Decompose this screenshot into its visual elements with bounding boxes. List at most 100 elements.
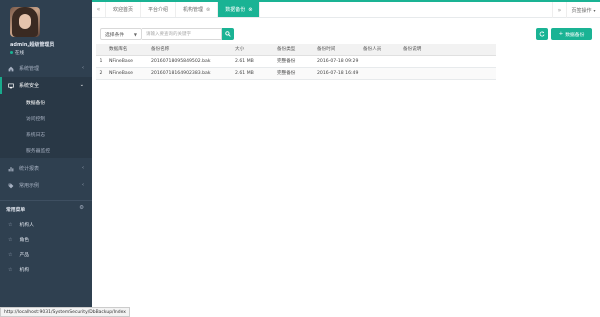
subnav-item-label: 服务器监控	[26, 148, 50, 154]
profile-status: 在线	[10, 50, 92, 56]
settings-icon[interactable]: ⚙	[79, 205, 84, 211]
refresh-icon	[539, 31, 545, 37]
sidebar-item-reports[interactable]: 统计报表 ‹	[0, 160, 92, 177]
tab-label: 欢迎首页	[113, 7, 134, 13]
sidebar-item-system-security[interactable]: 系统安全 ⌄	[0, 77, 92, 94]
quick-item-label: 角色	[19, 238, 30, 243]
sidebar-item-label: 系统管理	[19, 66, 40, 72]
quick-item-label: 机构	[19, 268, 30, 273]
search-icon	[225, 31, 231, 37]
chevron-left-icon: ‹	[82, 165, 84, 171]
sidebar-item-examples[interactable]: 常用示例 ‹	[0, 177, 92, 194]
tab-platform-intro[interactable]: 平台介绍	[141, 2, 177, 17]
table-cell: 2.61 MB	[232, 67, 274, 80]
quick-item-product[interactable]: ☆ 产品	[0, 247, 92, 262]
table-cell: NFineBase	[106, 55, 148, 68]
backup-table: 数据库名 备份名称 大小 备份类型 备份时间 备份人员 备份说明 1 NFine…	[96, 44, 496, 80]
column-header[interactable]: 备份名称	[148, 44, 232, 56]
main-content: 选择条件 ▼ +数据备份 数据库名 备份名称 大小 备份类型 备份时间 备份人员…	[92, 18, 600, 317]
double-chevron-right-icon: »	[557, 6, 562, 14]
tag-icon	[8, 183, 14, 188]
plus-icon: +	[558, 31, 564, 37]
subnav-item-server-monitor[interactable]: 服务器监控	[0, 142, 92, 158]
subnav-item-label: 系统日志	[26, 132, 46, 138]
column-header[interactable]: 数据库名	[106, 44, 148, 56]
online-dot-icon	[10, 51, 13, 54]
subnav-item-label: 数据备份	[26, 100, 46, 106]
home-icon	[8, 66, 14, 71]
quick-menu-title-label: 常用菜单	[6, 207, 26, 213]
subnav-item-label: 访问控制	[26, 116, 46, 122]
table-cell: 2	[96, 67, 106, 80]
table-cell: 20160718095849502.bak	[148, 55, 232, 68]
quick-menu-title: 常用菜单 ⚙	[0, 201, 92, 217]
quick-item-role[interactable]: ☆ 角色	[0, 232, 92, 247]
chevron-left-icon: ‹	[82, 65, 84, 71]
table-cell: 完整备份	[274, 55, 314, 68]
table-row[interactable]: 2 NFineBase 20160718164902383.bak 2.61 M…	[96, 67, 496, 80]
tab-operations-dropdown[interactable]: 页签操作 ▾	[566, 2, 600, 18]
table-header-row: 数据库名 备份名称 大小 备份类型 备份时间 备份人员 备份说明	[96, 44, 496, 56]
column-header[interactable]: 备份类型	[274, 44, 314, 56]
close-icon[interactable]: ⊗	[206, 7, 210, 13]
sidebar-item-label: 常用示例	[19, 183, 40, 189]
status-url: http://localhost:9031/SystemSecurity/DbB…	[4, 309, 126, 315]
profile-name[interactable]: admin,超级管理员	[10, 41, 92, 48]
subnav-item-data-backup[interactable]: 数据备份	[0, 94, 92, 110]
table-row[interactable]: 1 NFineBase 20160718095849502.bak 2.61 M…	[96, 55, 496, 68]
search-input[interactable]	[142, 28, 222, 40]
browser-status-bar: http://localhost:9031/SystemSecurity/DbB…	[0, 307, 130, 317]
chevron-down-icon: ⌄	[79, 82, 84, 88]
tab-bar-right: » 页签操作 ▾	[552, 2, 600, 18]
star-icon: ☆	[8, 266, 13, 273]
column-header[interactable]: 备份人员	[360, 44, 400, 56]
tab-org-management[interactable]: 机构管理 ⊗	[176, 2, 219, 17]
star-icon: ☆	[8, 236, 13, 243]
refresh-button[interactable]	[536, 28, 548, 40]
condition-select[interactable]: 选择条件 ▼	[100, 28, 142, 40]
double-chevron-left-icon: «	[96, 6, 101, 13]
tab-scroll-right-button[interactable]: »	[552, 2, 566, 18]
column-header[interactable]: 备份说明	[400, 44, 496, 56]
caret-down-icon: ▼	[133, 32, 137, 37]
table-cell	[360, 67, 400, 80]
tab-scroll-left-button[interactable]: «	[92, 2, 106, 17]
subnav-item-system-log[interactable]: 系统日志	[0, 126, 92, 142]
quick-item-label: 机构人	[19, 223, 34, 228]
tabs: 欢迎首页 平台介绍 机构管理 ⊗ 数据备份 ⊗	[106, 2, 261, 17]
sidebar-item-system-management[interactable]: 系统管理 ‹	[0, 60, 92, 77]
search-bar: 选择条件 ▼	[100, 28, 234, 40]
quick-item-organization[interactable]: ☆ 机构	[0, 262, 92, 277]
sidebar-item-label: 统计报表	[19, 166, 40, 172]
column-header[interactable]: 备份时间	[314, 44, 360, 56]
table-cell: 2016-07-18 09:29	[314, 55, 360, 68]
table-cell: 20160718164902383.bak	[148, 67, 232, 80]
condition-select-value: 选择条件	[105, 32, 125, 38]
table-cell: 2.61 MB	[232, 55, 274, 68]
bar-chart-icon	[8, 166, 14, 171]
sidebar-subnav: 数据备份 访问控制 系统日志 服务器监控	[0, 94, 92, 158]
close-icon[interactable]: ⊗	[248, 7, 252, 13]
sidebar: admin,超级管理员 在线 系统管理 ‹ 系统安全 ⌄ 数据备份 访问控制 系…	[0, 0, 92, 317]
column-header[interactable]: 大小	[232, 44, 274, 56]
table-cell: 2016-07-18 16:49	[314, 67, 360, 80]
data-backup-button-label: 数据备份	[565, 32, 585, 38]
tab-data-backup[interactable]: 数据备份 ⊗	[218, 2, 261, 17]
monitor-icon	[8, 83, 14, 88]
data-backup-button[interactable]: + 数据备份	[551, 28, 592, 40]
profile-status-label: 在线	[15, 51, 24, 56]
tab-label: 数据备份	[225, 7, 246, 13]
avatar[interactable]	[10, 7, 40, 37]
subnav-item-access-control[interactable]: 访问控制	[0, 110, 92, 126]
star-icon: ☆	[8, 221, 13, 228]
tab-welcome[interactable]: 欢迎首页	[106, 2, 142, 17]
search-button[interactable]	[222, 28, 234, 40]
tab-label: 平台介绍	[148, 7, 169, 13]
quick-item-org-people[interactable]: ☆ 机构人	[0, 217, 92, 232]
table-cell: 1	[96, 55, 106, 68]
sidebar-nav: 系统管理 ‹ 系统安全 ⌄ 数据备份 访问控制 系统日志 服务器监控 统计报表 …	[0, 60, 92, 194]
table-cell	[360, 55, 400, 68]
chevron-left-icon: ‹	[82, 182, 84, 188]
sidebar-item-label: 系统安全	[19, 83, 40, 89]
tab-operations-label: 页签操作	[571, 7, 592, 14]
